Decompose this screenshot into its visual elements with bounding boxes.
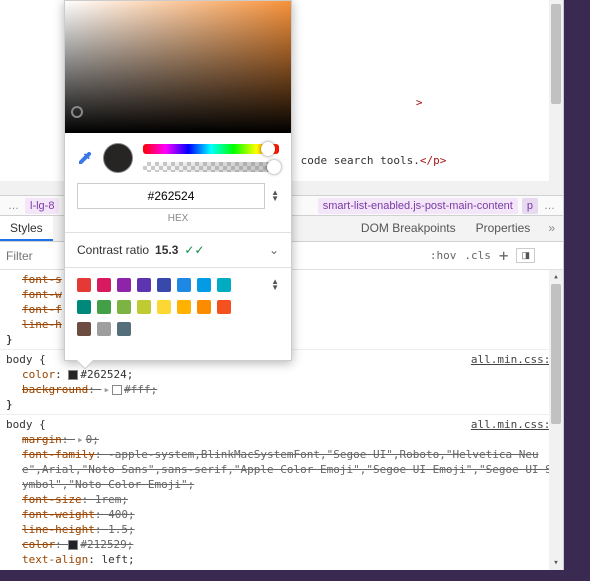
tab-styles[interactable]: Styles — [0, 216, 53, 241]
color-swatch[interactable] — [112, 385, 122, 395]
expand-icon[interactable]: ▸ — [77, 433, 84, 446]
color-swatch[interactable] — [68, 540, 78, 550]
hex-input[interactable] — [77, 183, 265, 209]
chevron-down-icon[interactable]: ⌄ — [269, 243, 279, 257]
alpha-handle[interactable] — [267, 160, 281, 174]
palette-swatch[interactable] — [177, 300, 191, 314]
palette-swatch[interactable] — [217, 278, 231, 292]
palette-swatch[interactable] — [97, 322, 111, 336]
new-rule-button[interactable]: + — [499, 246, 509, 265]
breadcrumb-item[interactable]: p — [522, 198, 538, 214]
palette-swatch[interactable] — [157, 300, 171, 314]
contrast-checks-icon: ✓✓ — [184, 243, 204, 257]
alpha-slider[interactable] — [143, 162, 279, 172]
selector[interactable]: body { — [6, 352, 46, 367]
format-switcher[interactable]: ▲▼ — [271, 190, 279, 202]
cls-button[interactable]: .cls — [464, 249, 491, 262]
palette-switcher[interactable]: ▲▼ — [271, 279, 279, 291]
palette-swatch[interactable] — [197, 278, 211, 292]
current-color-swatch — [103, 143, 133, 173]
palette-swatch[interactable] — [117, 300, 131, 314]
palette-swatch[interactable] — [217, 300, 231, 314]
palette-swatch[interactable] — [77, 300, 91, 314]
palette-swatch[interactable] — [137, 300, 151, 314]
tab-more[interactable]: » — [540, 216, 563, 241]
scroll-up-icon[interactable]: ▴ — [549, 270, 563, 284]
breadcrumb-item[interactable]: l-lg-8 — [25, 198, 59, 214]
breadcrumb-item[interactable]: smart-list-enabled.js-post-main-content — [318, 198, 518, 214]
selector[interactable]: body { — [6, 417, 46, 432]
palette-swatch[interactable] — [77, 278, 91, 292]
palette-swatch[interactable] — [117, 278, 131, 292]
source-link[interactable]: all.min.css:1 — [471, 417, 557, 432]
palette-swatch[interactable] — [137, 278, 151, 292]
hue-slider[interactable] — [143, 144, 279, 154]
breadcrumb-more-right[interactable]: … — [540, 200, 559, 212]
palette-swatch[interactable] — [97, 278, 111, 292]
palette-swatch[interactable] — [197, 300, 211, 314]
toggle-pane-icon[interactable]: ◨ — [516, 248, 535, 263]
contrast-ratio-row[interactable]: Contrast ratio 15.3 ✓✓ ⌄ — [65, 232, 291, 268]
color-format-label: HEX — [65, 213, 291, 232]
tab-dom-breakpoints[interactable]: DOM Breakpoints — [351, 216, 466, 241]
tab-properties[interactable]: Properties — [466, 216, 541, 241]
palette-swatch[interactable] — [157, 278, 171, 292]
source-link[interactable]: all.min.css:1 — [471, 352, 557, 367]
palette-swatch[interactable] — [77, 322, 91, 336]
hov-button[interactable]: :hov — [430, 249, 457, 262]
hue-handle[interactable] — [261, 142, 275, 156]
scrollbar-vertical[interactable] — [549, 0, 563, 195]
palette-swatch[interactable] — [97, 300, 111, 314]
scroll-down-icon[interactable]: ▾ — [549, 556, 563, 570]
saturation-handle[interactable] — [71, 106, 83, 118]
html-close-tag: </p> — [420, 154, 447, 167]
breadcrumb-more-left[interactable]: … — [4, 200, 23, 212]
color-swatch[interactable] — [68, 370, 78, 380]
expand-icon[interactable]: ▸ — [103, 383, 110, 396]
palette-swatch[interactable] — [177, 278, 191, 292]
css-rule: body { all.min.css:1 margin: ▸0; font-fa… — [0, 415, 563, 569]
saturation-canvas[interactable] — [65, 1, 291, 133]
devtools-window: <p></p> == $0 > code search tools.</p> …… — [0, 0, 564, 570]
palette-swatch[interactable] — [117, 322, 131, 336]
eyedropper-icon[interactable] — [77, 150, 93, 166]
color-palette: ▲▼ — [65, 268, 291, 360]
scrollbar-vertical[interactable]: ▴ ▾ — [549, 270, 563, 570]
color-picker-popover: ▲▼ HEX Contrast ratio 15.3 ✓✓ ⌄ ▲▼ — [64, 0, 292, 361]
